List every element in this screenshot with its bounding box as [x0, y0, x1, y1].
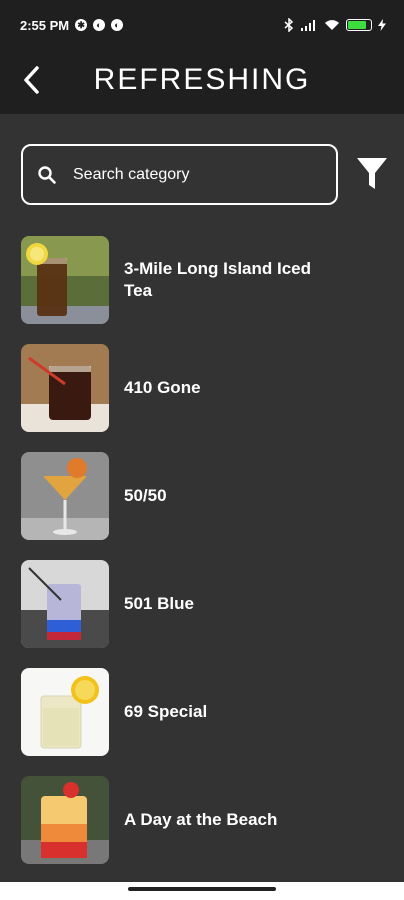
battery-icon: [346, 19, 372, 31]
app-notification-icon-2: ◐: [111, 19, 124, 31]
drink-name: 69 Special: [124, 702, 208, 721]
search-icon: [38, 165, 56, 184]
status-right: [284, 18, 386, 32]
battery-level: [348, 21, 366, 29]
cell-signal-icon: [301, 20, 315, 31]
bluetooth-icon: [284, 18, 294, 32]
drink-thumbnail-410-gone: [21, 344, 109, 432]
chevron-left-icon: [24, 66, 39, 94]
drink-name: A Day at the Beach: [124, 810, 278, 829]
drink-name: 410 Gone: [124, 378, 201, 397]
drink-name: 501 Blue: [124, 594, 194, 613]
drink-thumbnail-501-blue: [21, 560, 109, 648]
charging-icon: [378, 19, 386, 31]
status-left: 2:55 PM ✱ ◐ ◐: [20, 17, 124, 33]
home-indicator[interactable]: [128, 887, 276, 891]
drink-thumbnail-69-special: [21, 668, 109, 756]
status-bar: 2:55 PM ✱ ◐ ◐: [0, 0, 404, 50]
filter-funnel-icon: [357, 158, 387, 189]
back-button[interactable]: [14, 60, 48, 100]
list-item[interactable]: 501 Blue: [0, 560, 404, 650]
notification-icon: ✱: [75, 19, 88, 31]
wifi-icon: [325, 20, 339, 30]
list-item[interactable]: 50/50: [0, 452, 404, 542]
app-bar: REFRESHING: [0, 50, 404, 114]
status-time: 2:55 PM: [20, 17, 70, 33]
drink-thumbnail-50-50: [21, 452, 109, 540]
search-input[interactable]: [71, 164, 315, 185]
drink-thumbnail-day-at-beach: [21, 776, 109, 864]
list-item[interactable]: 410 Gone: [0, 344, 404, 434]
search-bar[interactable]: [21, 144, 338, 205]
list-item[interactable]: 69 Special: [0, 668, 404, 758]
page-title: REFRESHING: [93, 63, 311, 96]
drink-name: 50/50: [124, 486, 167, 505]
drink-thumbnail-iced-tea: [21, 236, 109, 324]
list-item[interactable]: 3-Mile Long Island Iced Tea: [0, 236, 404, 326]
list-item[interactable]: A Day at the Beach: [0, 776, 404, 866]
app-notification-icon: ◐: [93, 19, 106, 31]
drink-name: 3-Mile Long Island Iced Tea: [124, 259, 312, 300]
filter-button[interactable]: [354, 154, 390, 194]
navigation-bar: [0, 882, 404, 900]
